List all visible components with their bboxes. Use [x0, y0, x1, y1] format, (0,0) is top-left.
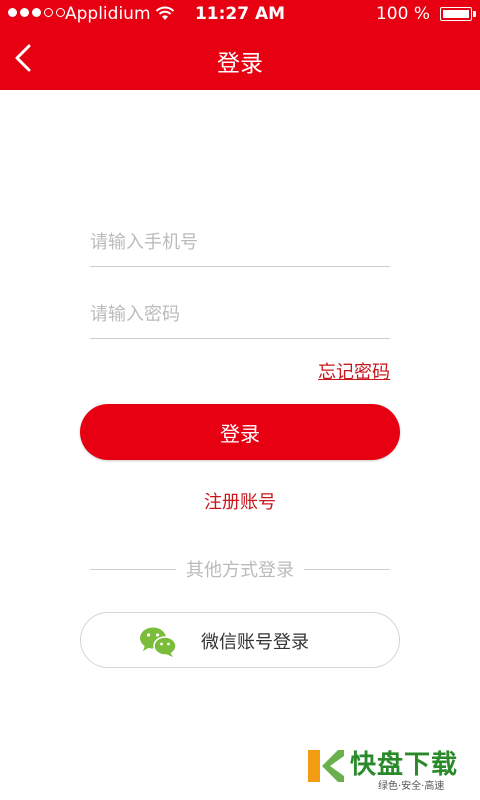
wechat-login-button[interactable]: 微信账号登录: [80, 612, 400, 668]
register-link[interactable]: 注册账号: [204, 492, 276, 513]
phone-input[interactable]: [90, 218, 390, 266]
watermark-logo: 快盘下载 绿色·安全·高速: [304, 744, 474, 794]
other-login-divider: 其他方式登录: [90, 556, 390, 582]
wechat-login-label: 微信账号登录: [201, 632, 309, 653]
divider-line-right: [304, 568, 390, 570]
password-field[interactable]: [90, 290, 390, 339]
watermark-brand: 快盘下载: [350, 750, 459, 780]
battery-icon: [440, 7, 476, 21]
battery-percent: 100 %: [375, 4, 430, 24]
watermark-k-icon: [308, 750, 344, 782]
wechat-icon: [140, 627, 177, 657]
page-title: 登录: [217, 51, 263, 77]
divider-line-left: [90, 568, 176, 570]
watermark-tagline: 绿色·安全·高速: [378, 781, 445, 792]
status-bar: Applidium 11:27 AM 100 %: [0, 0, 480, 30]
password-input[interactable]: [90, 290, 390, 338]
phone-field[interactable]: [90, 218, 390, 267]
other-login-label: 其他方式登录: [186, 560, 294, 581]
header-bar: Applidium 11:27 AM 100 % 登录: [0, 0, 480, 90]
login-button[interactable]: 登录: [80, 404, 400, 460]
forgot-password-link[interactable]: 忘记密码: [318, 358, 390, 384]
register-row: 注册账号: [0, 488, 480, 514]
